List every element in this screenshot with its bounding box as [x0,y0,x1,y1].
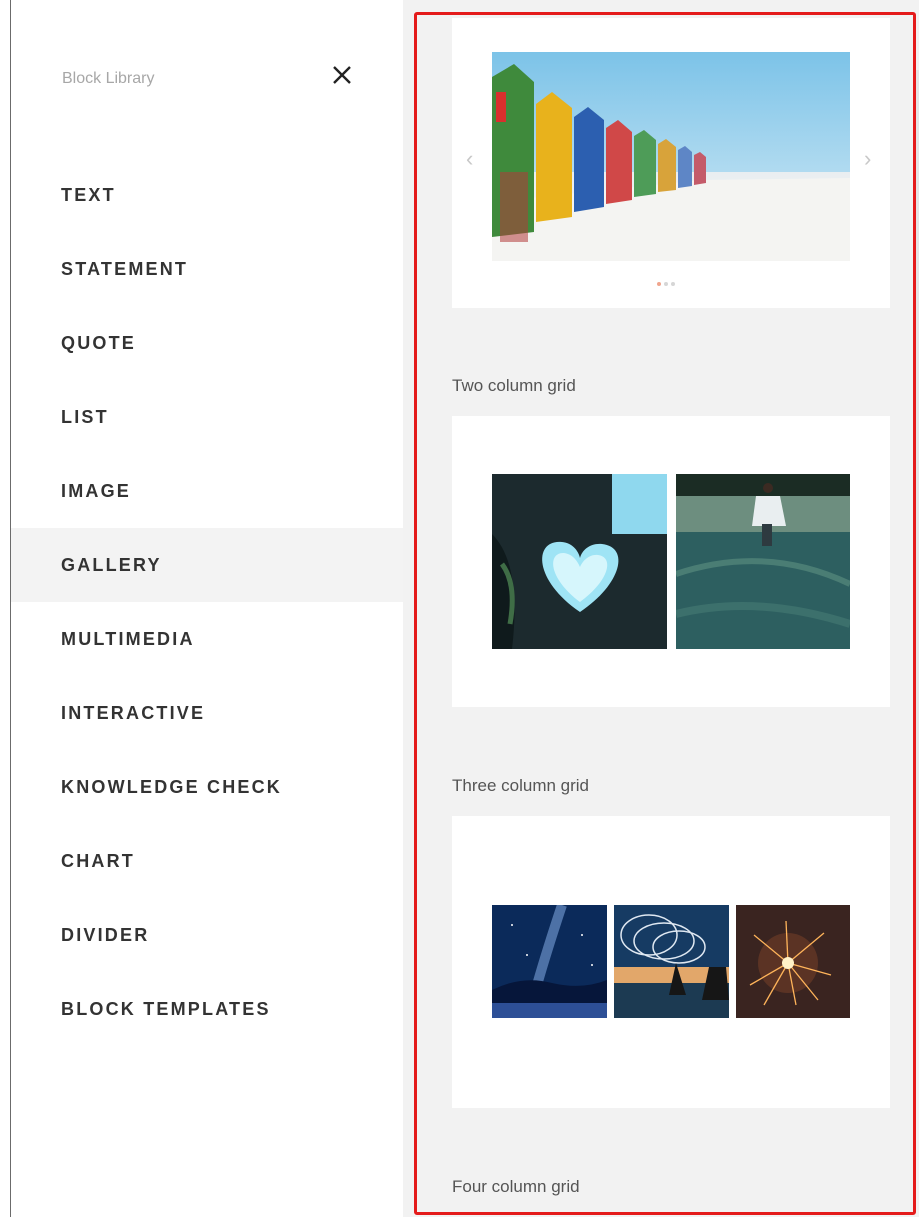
block-library-sidebar: Block Library TEXT STATEMENT QUOTE LIST … [11,0,403,1217]
panel-scrollbar[interactable] [913,70,919,950]
three-column-grid-card[interactable] [452,816,890,1108]
beach-huts-image [492,52,850,261]
menu-item-interactive[interactable]: INTERACTIVE [11,676,403,750]
sidebar-title: Block Library [62,70,155,87]
block-category-menu: TEXT STATEMENT QUOTE LIST IMAGE GALLERY … [11,158,403,1046]
carousel-pagination [657,273,678,286]
sparkler-image [736,905,850,1018]
menu-item-text[interactable]: TEXT [11,158,403,232]
close-icon [333,66,351,84]
menu-item-multimedia[interactable]: MULTIMEDIA [11,602,403,676]
chevron-right-icon[interactable]: › [864,146,871,172]
menu-item-gallery[interactable]: GALLERY [11,528,403,602]
wheat-field-image [676,474,850,649]
menu-item-quote[interactable]: QUOTE [11,306,403,380]
milky-way-image [492,905,607,1018]
menu-item-divider[interactable]: DIVIDER [11,898,403,972]
two-column-grid-card[interactable] [452,416,890,707]
chevron-left-icon[interactable]: ‹ [466,146,473,172]
section-label-three-column: Three column grid [452,776,590,795]
close-button[interactable] [329,62,355,88]
menu-item-image[interactable]: IMAGE [11,454,403,528]
menu-item-block-templates[interactable]: BLOCK TEMPLATES [11,972,403,1046]
light-painting-image [614,905,729,1018]
section-label-two-column: Two column grid [452,376,576,395]
menu-item-list[interactable]: LIST [11,380,403,454]
section-label-four-column: Four column grid [452,1177,580,1196]
menu-item-statement[interactable]: STATEMENT [11,232,403,306]
carousel-dot[interactable] [664,282,668,286]
carousel-dot[interactable] [671,282,675,286]
carousel-dot-active[interactable] [657,282,661,286]
menu-item-chart[interactable]: CHART [11,824,403,898]
menu-item-knowledge-check[interactable]: KNOWLEDGE CHECK [11,750,403,824]
carousel-gallery-card[interactable]: ‹ › [452,18,890,308]
heart-cave-image [492,474,667,649]
